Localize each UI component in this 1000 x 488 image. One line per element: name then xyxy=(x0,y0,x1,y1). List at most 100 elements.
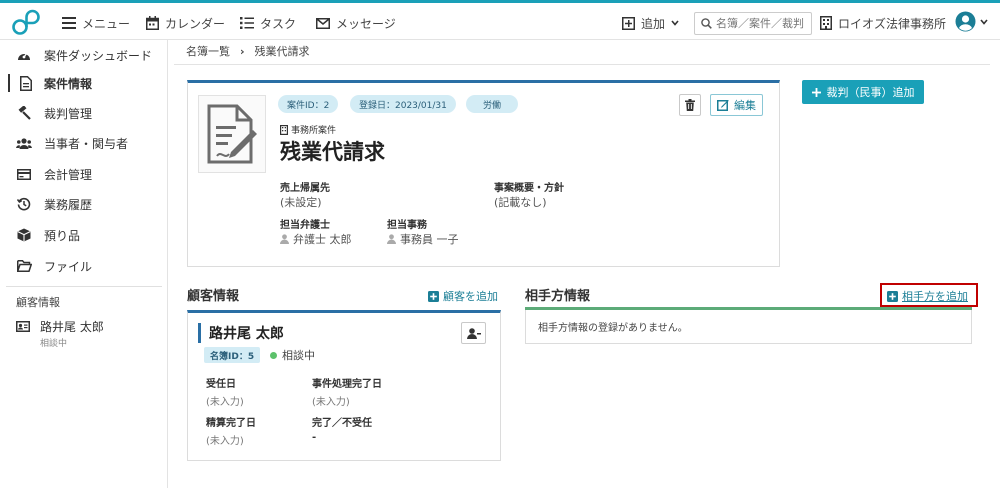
sidebar-client-status: 相談中 xyxy=(40,339,68,349)
opponent-section-heading: 相手方情報 xyxy=(525,289,591,304)
sidebar-item-accounting[interactable]: 会計管理 xyxy=(0,159,167,189)
building-icon xyxy=(820,16,832,30)
received-date-label: 受任日 xyxy=(206,379,236,390)
user-menu-button[interactable] xyxy=(955,11,988,32)
sidebar-client-name: 路井尾 太郎 xyxy=(40,320,104,334)
history-icon xyxy=(16,196,32,212)
matter-card: 案件ID：2 登録日：2023/01/31 労働 編集 事務所案件 残業代請求 … xyxy=(187,80,780,267)
edit-label: 編集 xyxy=(734,99,756,112)
settled-date-label: 精算完了日 xyxy=(206,418,256,429)
sidebar-item-dashboard[interactable]: 案件ダッシュボード xyxy=(0,40,167,70)
breadcrumb-current: 残業代請求 xyxy=(254,45,310,58)
task-button[interactable]: タスク xyxy=(240,14,296,32)
lawyer-label: 担当弁護士 xyxy=(280,220,330,231)
envelope-icon xyxy=(316,17,330,29)
matter-document-icon xyxy=(198,95,266,173)
highlight-box xyxy=(880,283,978,307)
menu-label: メニュー xyxy=(82,16,131,31)
plus-square-icon xyxy=(622,16,635,30)
completed-date-label: 事件処理完了日 xyxy=(312,379,382,390)
message-label: メッセージ xyxy=(336,16,396,31)
case-id-tag: 案件ID：2 xyxy=(278,95,339,113)
calendar-label: カレンダー xyxy=(165,16,226,31)
id-card-icon xyxy=(16,321,30,332)
clerk-label: 担当事務 xyxy=(387,220,427,231)
add-label: 追加 xyxy=(641,16,666,31)
clerk-name: 事務員 一子 xyxy=(400,233,459,246)
sidebar-item-files[interactable]: ファイル xyxy=(0,251,167,281)
search-icon xyxy=(701,18,712,29)
calendar-button[interactable]: カレンダー xyxy=(146,14,225,32)
add-dropdown-button[interactable]: 追加 xyxy=(622,13,679,33)
sidebar-item-label: 当事者・関与者 xyxy=(44,136,129,151)
client-person-button[interactable] xyxy=(461,322,486,344)
chevron-down-icon xyxy=(671,20,679,26)
plus-icon xyxy=(811,87,821,97)
client-id-badge: 名簿ID：5 xyxy=(204,347,261,363)
sidebar-item-label: 裁判管理 xyxy=(44,106,93,121)
client-section-heading: 顧客情報 xyxy=(187,289,240,304)
user-circle-icon xyxy=(955,11,976,32)
gavel-icon xyxy=(16,105,32,121)
sidebar-item-court[interactable]: 裁判管理 xyxy=(0,98,167,128)
edit-icon xyxy=(717,100,729,111)
sales-label: 売上帰属先 xyxy=(280,183,330,194)
sidebar-item-label: 会計管理 xyxy=(44,167,93,182)
search-input[interactable] xyxy=(716,17,808,30)
breadcrumb-parent-link[interactable]: 名簿一覧 xyxy=(186,43,230,59)
summary-label: 事案概要・方針 xyxy=(494,183,564,194)
firm-selector[interactable]: ロイオズ法律事務所 xyxy=(820,14,946,32)
task-label: タスク xyxy=(260,16,297,31)
hamburger-icon xyxy=(62,17,76,29)
breadcrumb-divider xyxy=(174,64,990,65)
app-logo[interactable] xyxy=(10,8,42,36)
client-card: 路井尾 太郎 名簿ID：5 相談中 受任日 (未入力) 事件処理完了日 (未入力… xyxy=(187,310,501,461)
sidebar-divider xyxy=(6,286,162,287)
lawyer-value: 弁護士 太郎 xyxy=(280,231,352,247)
sidebar-item-parties[interactable]: 当事者・関与者 xyxy=(0,128,167,158)
breadcrumb-separator: › xyxy=(240,44,245,58)
edit-button[interactable]: 編集 xyxy=(710,94,763,116)
client-name[interactable]: 路井尾 太郎 xyxy=(198,323,284,343)
sidebar-item-matter-info[interactable]: 案件情報 xyxy=(0,68,167,98)
clerk-value: 事務員 一子 xyxy=(387,231,459,247)
registered-date-tag: 登録日：2023/01/31 xyxy=(350,95,456,113)
trash-icon xyxy=(685,99,695,111)
office-matter-label: 事務所案件 xyxy=(280,123,336,136)
chevron-down-icon xyxy=(980,18,988,25)
opponent-empty-box: 相手方情報の登録がありません。 xyxy=(525,310,972,344)
message-button[interactable]: メッセージ xyxy=(316,14,396,32)
delete-button[interactable] xyxy=(679,94,701,116)
add-court-case-button[interactable]: 裁判（民事）追加 xyxy=(802,80,924,104)
sidebar-item-label: ファイル xyxy=(44,259,93,274)
people-icon xyxy=(16,135,32,151)
breadcrumb: 名簿一覧 › 残業代請求 xyxy=(186,43,310,59)
add-court-case-label: 裁判（民事）追加 xyxy=(826,86,915,99)
sidebar-item-custody[interactable]: 預り品 xyxy=(0,220,167,250)
done-label: 完了／不受任 xyxy=(312,418,372,429)
received-date-value: (未入力) xyxy=(206,397,244,408)
done-value: - xyxy=(312,432,317,443)
person-icon xyxy=(280,234,289,244)
completed-date-value: (未入力) xyxy=(312,397,350,408)
add-client-label: 顧客を追加 xyxy=(443,290,498,303)
plus-square-icon xyxy=(428,290,439,302)
sidebar-client-item[interactable]: 路井尾 太郎 相談中 xyxy=(16,318,104,349)
sales-value: (未設定) xyxy=(280,196,322,209)
dashboard-icon xyxy=(16,47,32,63)
lawyer-name: 弁護士 太郎 xyxy=(293,233,352,246)
sidebar-item-label: 案件情報 xyxy=(44,76,93,91)
search-box[interactable] xyxy=(694,12,812,35)
opponent-empty-message: 相手方情報の登録がありません。 xyxy=(538,323,688,334)
add-client-link[interactable]: 顧客を追加 xyxy=(428,288,498,304)
firm-name: ロイオズ法律事務所 xyxy=(838,16,947,31)
person-icon xyxy=(387,234,396,244)
sidebar-item-history[interactable]: 業務履歴 xyxy=(0,189,167,219)
sidebar-section-title: 顧客情報 xyxy=(16,296,60,309)
folder-icon xyxy=(16,258,32,274)
sidebar: 案件ダッシュボード 案件情報 裁判管理 当事者・関与者 会計管理 業務履歴 預り… xyxy=(0,40,168,488)
box-icon xyxy=(16,227,32,243)
status-dot-icon xyxy=(270,351,277,359)
menu-button[interactable]: メニュー xyxy=(62,14,130,32)
category-tag: 労働 xyxy=(466,95,518,113)
